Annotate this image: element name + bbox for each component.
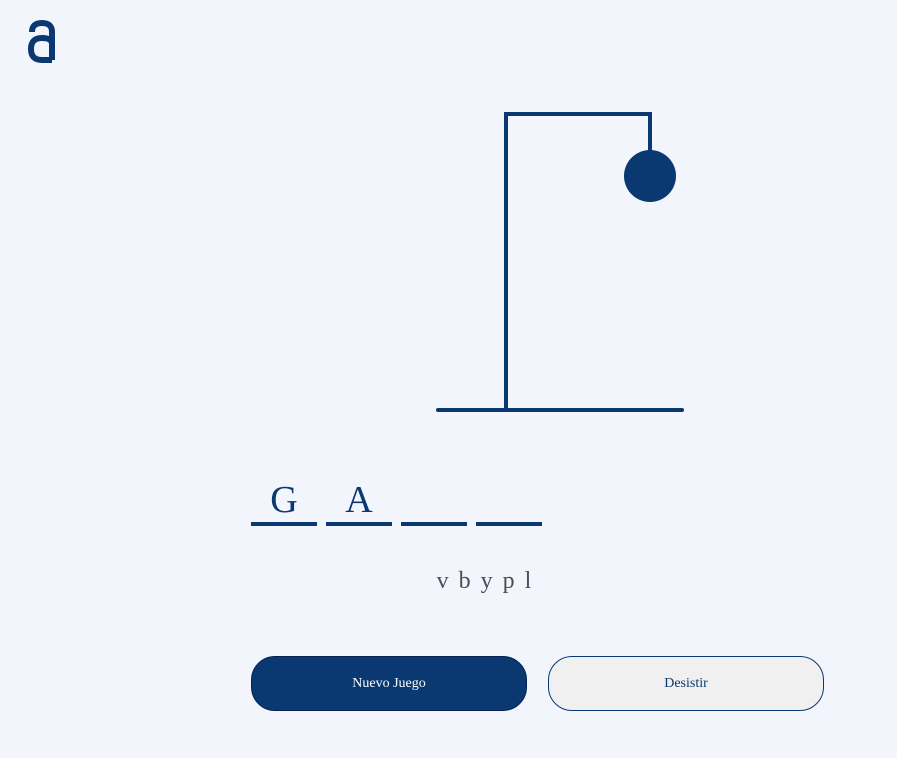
wrong-letter: b bbox=[458, 568, 471, 594]
letter-slot bbox=[401, 478, 467, 526]
new-game-button[interactable]: Nuevo Juego bbox=[251, 656, 527, 711]
wrong-letter: v bbox=[436, 568, 449, 594]
alura-logo-icon[interactable] bbox=[26, 20, 58, 64]
wrong-letter: p bbox=[502, 568, 515, 594]
give-up-button[interactable]: Desistir bbox=[548, 656, 824, 711]
wrong-letters: v b y p l bbox=[0, 568, 897, 595]
wrong-letter: l bbox=[524, 568, 532, 594]
letter-slot: G bbox=[251, 478, 317, 526]
letter-slot bbox=[476, 478, 542, 526]
letter-slot: A bbox=[326, 478, 392, 526]
hangman-head bbox=[624, 150, 676, 202]
wrong-letter: y bbox=[480, 568, 493, 594]
hangman-drawing bbox=[436, 112, 684, 412]
